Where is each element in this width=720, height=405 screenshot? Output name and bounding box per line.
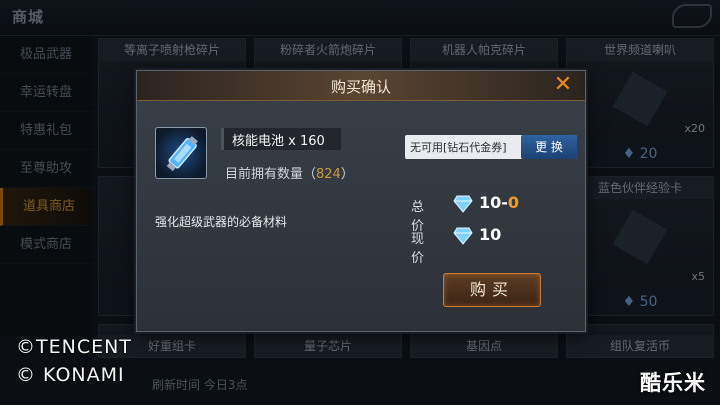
total-price-value: 10-0 [479, 193, 519, 212]
owned-count-text: 目前拥有数量（824） [225, 163, 354, 182]
item-name: 核能电池 x 160 [232, 134, 325, 149]
tencent-watermark: ©TENCENT [16, 336, 132, 358]
site-watermark: 酷乐米 [640, 371, 706, 395]
diamond-icon [453, 195, 473, 213]
owned-count: 824 [316, 167, 341, 182]
close-icon[interactable]: ✕ [551, 73, 575, 97]
coupon-selector: 无可用[钻石代金券] 更 换 [405, 135, 577, 159]
current-price-value: 10 [479, 225, 502, 244]
item-description: 强化超级武器的必备材料 [155, 215, 288, 229]
coupon-text: 无可用[钻石代金券] [410, 141, 507, 154]
current-price-label: 现价 [411, 232, 425, 266]
owned-suffix: ） [340, 167, 354, 182]
battery-icon [155, 127, 207, 179]
dialog-header: 购买确认 ✕ [137, 71, 585, 101]
buy-button[interactable]: 购买 [443, 273, 541, 307]
item-name-box: 核能电池 x 160 [221, 128, 341, 150]
dialog-title: 购买确认 [330, 78, 391, 96]
total-price-discount: 0 [507, 193, 520, 212]
konami-watermark: © KONAMI [16, 364, 125, 386]
owned-label: 目前拥有数量（ [225, 167, 317, 182]
change-coupon-button[interactable]: 更 换 [521, 135, 577, 159]
purchase-confirm-dialog: 购买确认 ✕ 核能电池 x 160 目前拥有数量（824） 强化超级武器的必备材… [136, 70, 586, 332]
total-price-base: 10- [479, 193, 508, 212]
diamond-icon [453, 227, 473, 245]
